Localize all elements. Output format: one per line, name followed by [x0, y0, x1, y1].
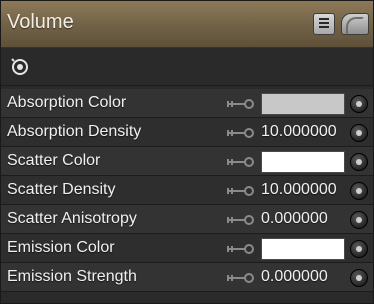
- panel-title: Volume: [7, 11, 74, 33]
- connector-dot-icon: [356, 188, 362, 194]
- connector-dot-icon: [356, 159, 362, 165]
- property-row: Absorption Density 10.000000: [1, 118, 373, 147]
- property-label: Scatter Anisotropy: [7, 210, 137, 227]
- property-label: Scatter Density: [7, 181, 116, 198]
- numeric-value[interactable]: 10.000000: [261, 181, 337, 199]
- property-label: Absorption Density: [7, 123, 142, 140]
- link-key-icon[interactable]: [227, 272, 255, 284]
- link-key-icon[interactable]: [227, 156, 255, 168]
- connector-dot-icon: [356, 101, 362, 107]
- link-key-icon[interactable]: [227, 98, 255, 110]
- connector-dot-icon: [356, 275, 362, 281]
- color-swatch[interactable]: [261, 238, 345, 260]
- icon-row: [1, 49, 373, 86]
- color-swatch[interactable]: [261, 93, 345, 115]
- property-row: Scatter Anisotropy 0.000000: [1, 205, 373, 234]
- property-label: Emission Strength: [7, 268, 137, 285]
- property-row: Emission Strength 0.000000: [1, 263, 373, 292]
- map-connector-button[interactable]: [350, 153, 368, 171]
- target-cycle-icon[interactable]: [11, 58, 29, 76]
- color-swatch[interactable]: [261, 151, 345, 173]
- link-key-icon[interactable]: [227, 243, 255, 255]
- link-key-icon[interactable]: [227, 185, 255, 197]
- map-connector-button[interactable]: [350, 240, 368, 258]
- map-connector-button[interactable]: [350, 182, 368, 200]
- property-row: Scatter Color: [1, 147, 373, 176]
- connector-dot-icon: [356, 130, 362, 136]
- link-key-icon[interactable]: [227, 127, 255, 139]
- connector-dot-icon: [356, 217, 362, 223]
- page-curl-icon[interactable]: [341, 13, 369, 35]
- property-row: Scatter Density 10.000000: [1, 176, 373, 205]
- numeric-value[interactable]: 10.000000: [261, 123, 337, 141]
- property-label: Absorption Color: [7, 94, 127, 111]
- list-icon[interactable]: [313, 13, 335, 35]
- connector-dot-icon: [356, 246, 362, 252]
- numeric-value[interactable]: 0.000000: [261, 268, 328, 286]
- numeric-value[interactable]: 0.000000: [261, 210, 328, 228]
- map-connector-button[interactable]: [350, 95, 368, 113]
- property-label: Scatter Color: [7, 152, 101, 169]
- property-label: Emission Color: [7, 239, 115, 256]
- panel-titlebar: Volume: [1, 1, 373, 48]
- link-key-icon[interactable]: [227, 214, 255, 226]
- volume-panel: Volume Absorption Color Absorption Densit…: [0, 0, 374, 304]
- property-row: Emission Color: [1, 234, 373, 263]
- map-connector-button[interactable]: [350, 269, 368, 287]
- property-list: Absorption Color Absorption Density 10.000…: [1, 89, 373, 292]
- property-row: Absorption Color: [1, 89, 373, 118]
- map-connector-button[interactable]: [350, 124, 368, 142]
- map-connector-button[interactable]: [350, 211, 368, 229]
